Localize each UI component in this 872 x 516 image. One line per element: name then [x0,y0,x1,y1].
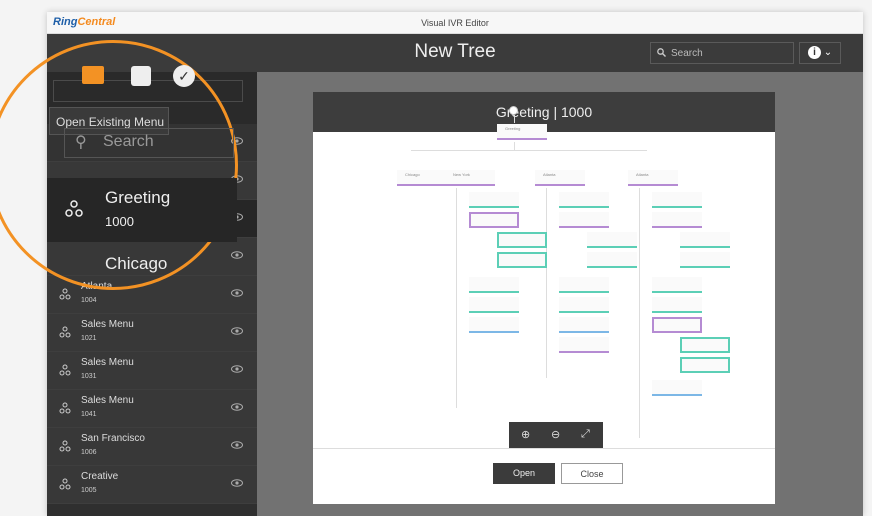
eye-icon[interactable] [231,327,243,335]
eye-icon[interactable] [231,441,243,449]
tree-node[interactable] [469,297,519,313]
title-bar: RingCentral Visual IVR Editor [47,12,863,34]
tree-icon [59,478,71,490]
save-icon[interactable] [131,66,151,86]
zoom-out-icon[interactable]: ⊖ [551,428,560,441]
search-input[interactable]: Search [650,42,794,64]
tree-node[interactable] [469,192,519,208]
tree-node[interactable] [652,277,702,293]
window-title: Visual IVR Editor [421,18,489,28]
tree-node[interactable] [559,277,609,293]
tree-node[interactable] [652,297,702,313]
header: New Tree Search i ⌄ [47,34,863,72]
eye-icon[interactable] [231,251,243,259]
tree-node[interactable] [680,252,730,268]
preview-modal: Greeting | 1000 Greeting Chicago New Yor… [313,92,775,504]
tree-node[interactable] [497,232,547,248]
tree-node[interactable] [559,297,609,313]
eye-icon[interactable] [231,479,243,487]
list-item[interactable]: Creative 1005 [47,466,257,504]
tree-icon [59,440,71,452]
partial-list-item: Chicago [105,254,168,273]
tree-node[interactable] [559,212,609,228]
tree-node[interactable]: Greeting [497,124,547,140]
tree-node[interactable] [652,212,702,228]
tree-icon [59,288,71,300]
eye-icon[interactable] [231,403,243,411]
fit-screen-icon[interactable]: ⤢ [581,428,590,441]
list-item[interactable]: San Francisco 1006 [47,428,257,466]
tree-node[interactable]: Atlanta [628,170,678,186]
zoom-toolbar: ⊕ ⊖ ⤢ [509,422,603,448]
tree-node[interactable]: New York [445,170,495,186]
tree-node[interactable] [587,232,637,248]
tree-icon [59,326,71,338]
checkmark-icon[interactable]: ✓ [173,65,195,87]
tree-node[interactable]: Atlanta [535,170,585,186]
chevron-down-icon: ⌄ [823,47,833,58]
app-window: RingCentral Visual IVR Editor New Tree S… [47,12,863,516]
info-icon: i [808,46,821,59]
tree-node[interactable] [559,317,609,333]
tree-node[interactable] [652,192,702,208]
tree-icon [59,364,71,376]
canvas-area: Greeting | 1000 Greeting Chicago New Yor… [257,72,863,516]
info-menu-button[interactable]: i ⌄ [799,42,841,64]
list-item[interactable]: Sales Menu 1041 [47,390,257,428]
phone-icon [509,106,518,115]
close-button[interactable]: Close [561,463,623,484]
tree-node[interactable] [680,232,730,248]
modal-footer: Open Close [313,448,775,504]
open-button[interactable]: Open [493,463,555,484]
tree-node[interactable] [497,252,547,268]
tree-node[interactable] [469,277,519,293]
tree-icon [59,402,71,414]
tree-node[interactable] [680,357,730,373]
sidebar-search-magnified[interactable]: ⚲ Search [64,128,234,158]
tree-node[interactable] [652,380,702,396]
tree-icon [65,200,83,217]
list-item[interactable]: Sales Menu 1031 [47,352,257,390]
selected-menu-item[interactable]: Greeting 1000 [47,178,237,242]
eye-icon[interactable] [231,289,243,297]
tree-node[interactable] [680,337,730,353]
tree-node[interactable] [652,317,702,333]
tree-node[interactable] [469,212,519,228]
list-item[interactable]: Sales Menu 1021 [47,314,257,352]
tree-node[interactable] [587,252,637,268]
tree-node[interactable] [559,192,609,208]
tree-node[interactable] [559,337,609,353]
tree-node[interactable] [469,317,519,333]
search-icon: ⚲ [75,134,87,151]
search-icon [657,48,666,57]
zoom-in-icon[interactable]: ⊕ [521,428,530,441]
open-menu-folder-icon[interactable] [82,66,104,84]
list-item[interactable]: Atlanta 1004 [47,276,257,314]
tree-node[interactable]: Chicago [397,170,447,186]
eye-icon[interactable] [231,365,243,373]
